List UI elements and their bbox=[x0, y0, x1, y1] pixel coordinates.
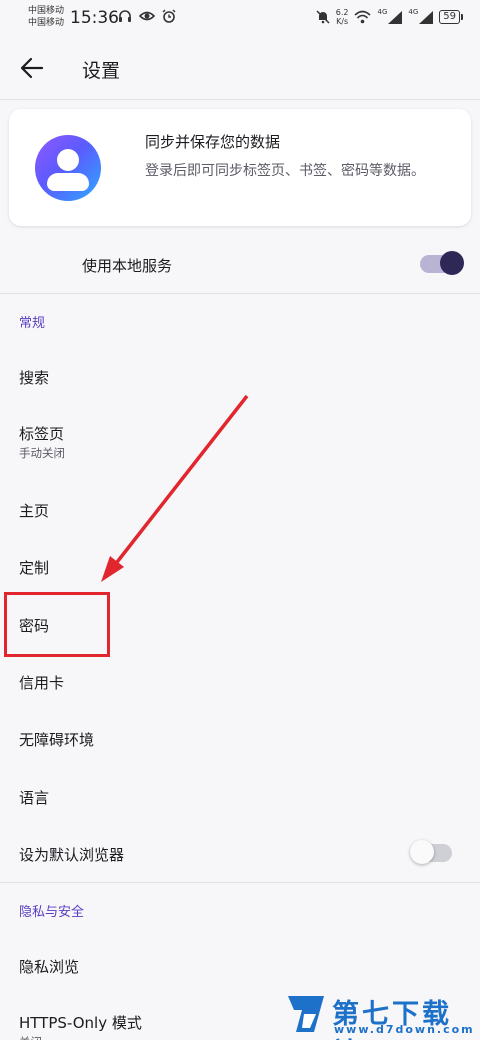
watermark: 第七下载站 www.d7down.com bbox=[284, 990, 480, 1040]
watermark-url: www.d7down.com bbox=[334, 1023, 475, 1036]
annotation-arrow bbox=[101, 394, 249, 582]
watermark-logo-icon bbox=[288, 996, 324, 1032]
annotation-highlight-box bbox=[4, 592, 110, 657]
